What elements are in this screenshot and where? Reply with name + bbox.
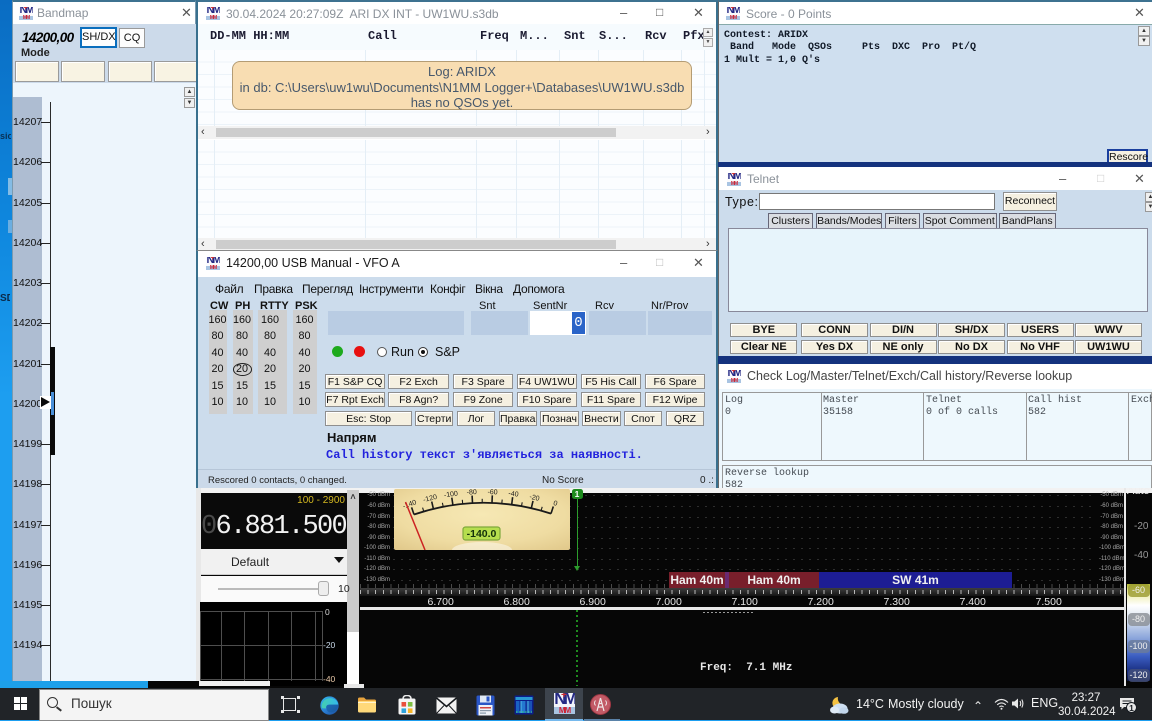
svg-text:-80: -80 <box>467 489 478 497</box>
svg-text:-60: -60 <box>488 489 498 496</box>
svg-text:-140.0: -140.0 <box>467 528 497 540</box>
svg-text:-40: -40 <box>508 491 519 499</box>
